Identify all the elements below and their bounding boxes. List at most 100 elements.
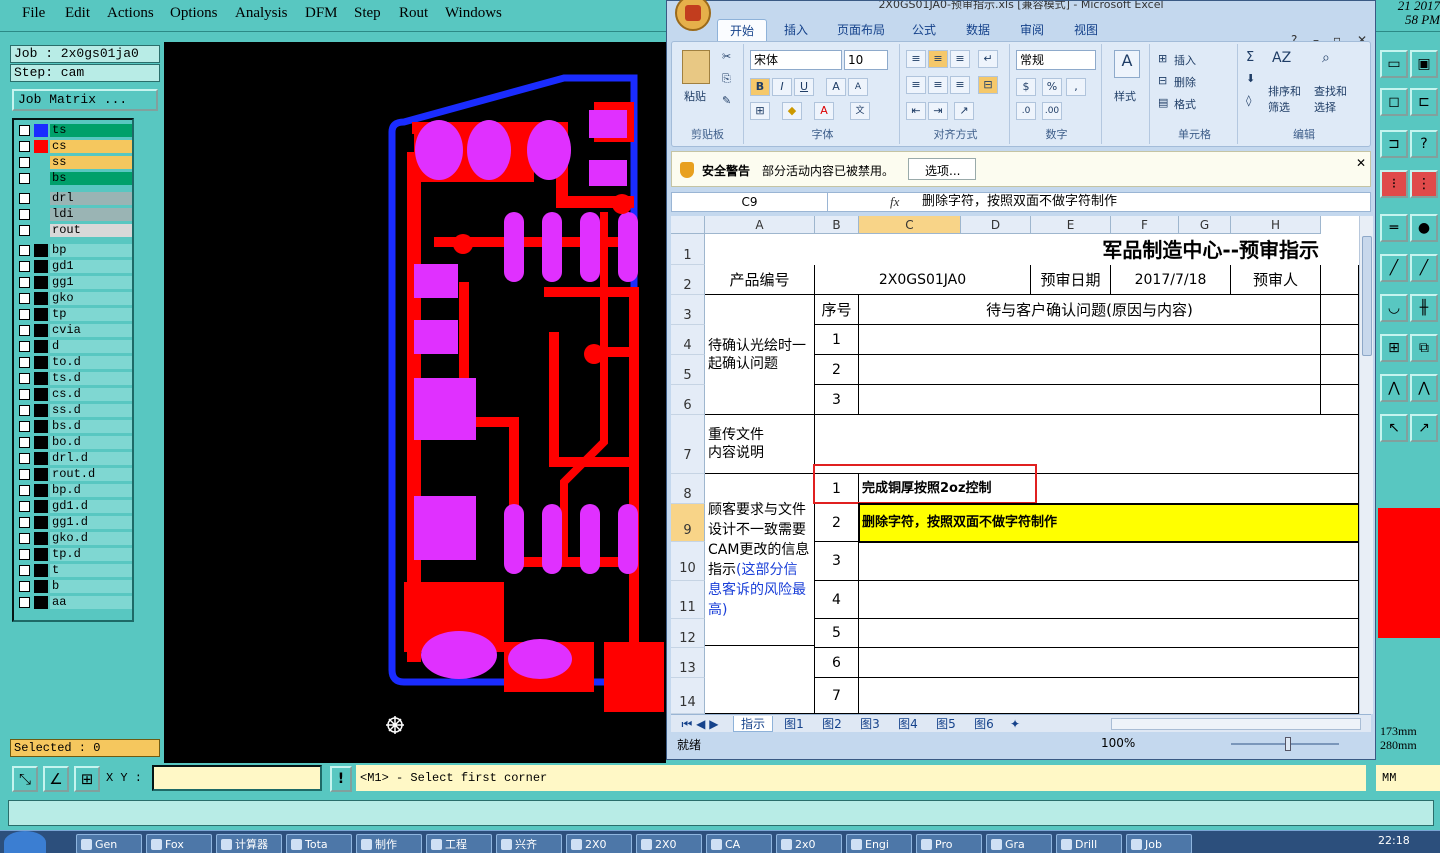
layer-row[interactable]: ts [18,124,132,137]
layer-checkbox[interactable] [19,469,30,480]
layer-name[interactable]: bo.d [50,436,132,449]
orientation-icon[interactable]: ↗ [954,102,974,120]
layer-checkbox[interactable] [19,225,30,236]
layer-name[interactable]: ss [50,156,132,169]
line-icon[interactable]: ╱ [1410,254,1438,282]
seq-cell[interactable]: 1 [815,325,859,355]
layer-name[interactable]: gg1.d [50,516,132,529]
layer-checkbox[interactable] [19,373,30,384]
reviewer-value[interactable] [1321,265,1359,295]
fill-color-icon[interactable]: ◆ [782,102,802,120]
column-header[interactable]: B [815,216,859,234]
tool-icon[interactable]: ⊞ [1380,334,1408,362]
worksheet-grid[interactable]: A B C D E F G H 1 2 3 4 5 6 7 8 9 10 11 12 13 14 军品制造中心--预审指示产… [671,216,1359,714]
product-no[interactable]: 2X0GS01JA0 [815,265,1031,295]
layer-checkbox[interactable] [19,421,30,432]
taskbar-item[interactable]: CA [706,834,772,853]
cut-icon[interactable]: ✂ [722,50,731,63]
layer-row[interactable]: to.d [18,356,132,369]
issue-cell[interactable] [859,325,1321,355]
layer-name[interactable]: bp.d [50,484,132,497]
security-options-button[interactable]: 选项... [908,158,976,180]
layer-name[interactable]: drl.d [50,452,132,465]
row-header[interactable]: 12 [671,619,705,648]
tool-icon[interactable]: ⋮ [1410,170,1438,198]
comma-icon[interactable]: , [1066,78,1086,96]
layer-row[interactable]: ldi [18,208,132,221]
layer-checkbox[interactable] [19,261,30,272]
row-header[interactable]: 7 [671,415,705,474]
sheet-title[interactable]: 军品制造中心--预审指示 [705,234,1359,265]
scroll-thumb[interactable] [1362,236,1372,356]
layer-name[interactable]: gko.d [50,532,132,545]
layer-checkbox[interactable] [19,565,30,576]
styles-label[interactable]: 样式 [1114,88,1136,104]
layer-name[interactable]: gg1 [50,276,132,289]
layer-checkbox[interactable] [19,125,30,136]
autosum-icon[interactable]: Σ [1246,50,1254,65]
layer-row[interactable]: aa [18,596,132,609]
sheet-tab[interactable]: 图4 [891,716,925,732]
find-select-icon[interactable]: ⌕ [1322,50,1348,76]
close-icon[interactable]: ✕ [1356,156,1366,170]
layer-row[interactable]: bp [18,244,132,257]
layer-name[interactable]: bs [50,172,132,185]
layer-row[interactable]: d [18,340,132,353]
issue-cell[interactable] [859,619,1359,648]
layer-name[interactable]: t [50,564,132,577]
column-header[interactable]: G [1179,216,1231,234]
increase-decimal-icon[interactable]: .0 [1016,102,1036,120]
layer-row[interactable]: ss [18,156,132,169]
row-header[interactable]: 14 [671,678,705,714]
italic-icon[interactable]: I [772,78,792,96]
layer-row[interactable]: b [18,580,132,593]
column-header[interactable]: D [961,216,1031,234]
layer-name[interactable]: tp [50,308,132,321]
bold-icon[interactable]: B [750,78,770,96]
sort-filter-button[interactable]: 排序和 筛选 [1268,84,1301,116]
circle-icon[interactable]: ● [1410,214,1438,242]
tool-icon[interactable]: ⋀ [1410,374,1438,402]
graphic-canvas[interactable] [164,42,666,765]
taskbar-item[interactable]: Engi [846,834,912,853]
group3-label[interactable]: 顾客要求与文件设计不一致需要CAM更改的信息指示(这部分信息客诉的风险最高) [705,474,815,646]
menu-windows[interactable]: Windows [445,5,502,22]
taskbar-item[interactable]: Pro [916,834,982,853]
seq-cell[interactable]: 6 [815,648,859,678]
sheet-tab[interactable]: 指示 [733,716,773,732]
layer-row[interactable]: gg1 [18,276,132,289]
layer-name[interactable]: ldi [50,208,132,221]
grid-icon[interactable]: ⊞ [74,766,100,792]
sheet-tab[interactable]: 图3 [853,716,887,732]
row-header[interactable]: 9 [671,504,705,542]
layer-row[interactable]: bs.d [18,420,132,433]
layer-checkbox[interactable] [19,277,30,288]
layer-checkbox[interactable] [19,597,30,608]
tab-view[interactable]: 视图 [1063,19,1109,41]
layer-checkbox[interactable] [19,245,30,256]
tab-review[interactable]: 审阅 [1009,19,1055,41]
layer-row[interactable]: t [18,564,132,577]
line-icon[interactable]: ╱ [1380,254,1408,282]
menu-options[interactable]: Options [170,5,218,22]
units-field[interactable]: MM [1376,765,1440,791]
layer-checkbox[interactable] [19,581,30,592]
format-painter-icon[interactable]: ✎ [722,94,731,107]
column-header[interactable]: F [1111,216,1179,234]
tool-icon[interactable]: ⊐ [1380,130,1408,158]
layer-checkbox[interactable] [19,325,30,336]
insert-cells-icon[interactable]: ⊞ [1158,52,1167,65]
layer-name[interactable]: cvia [50,324,132,337]
layer-checkbox[interactable] [19,437,30,448]
start-button[interactable] [4,831,46,853]
help-icon[interactable]: ? [1410,130,1438,158]
shrink-font-icon[interactable]: A [848,78,868,96]
layer-row[interactable]: gd1.d [18,500,132,513]
align-right-icon[interactable]: ≡ [950,76,970,94]
grow-font-icon[interactable]: A [826,78,846,96]
reviewer-label[interactable]: 预审人 [1231,265,1321,295]
format-cells-button[interactable]: 格式 [1174,96,1196,112]
layer-row[interactable]: drl [18,192,132,205]
formula-input[interactable]: 删除字符，按照双面不做字符制作 [922,193,1362,211]
layer-name[interactable]: ss.d [50,404,132,417]
